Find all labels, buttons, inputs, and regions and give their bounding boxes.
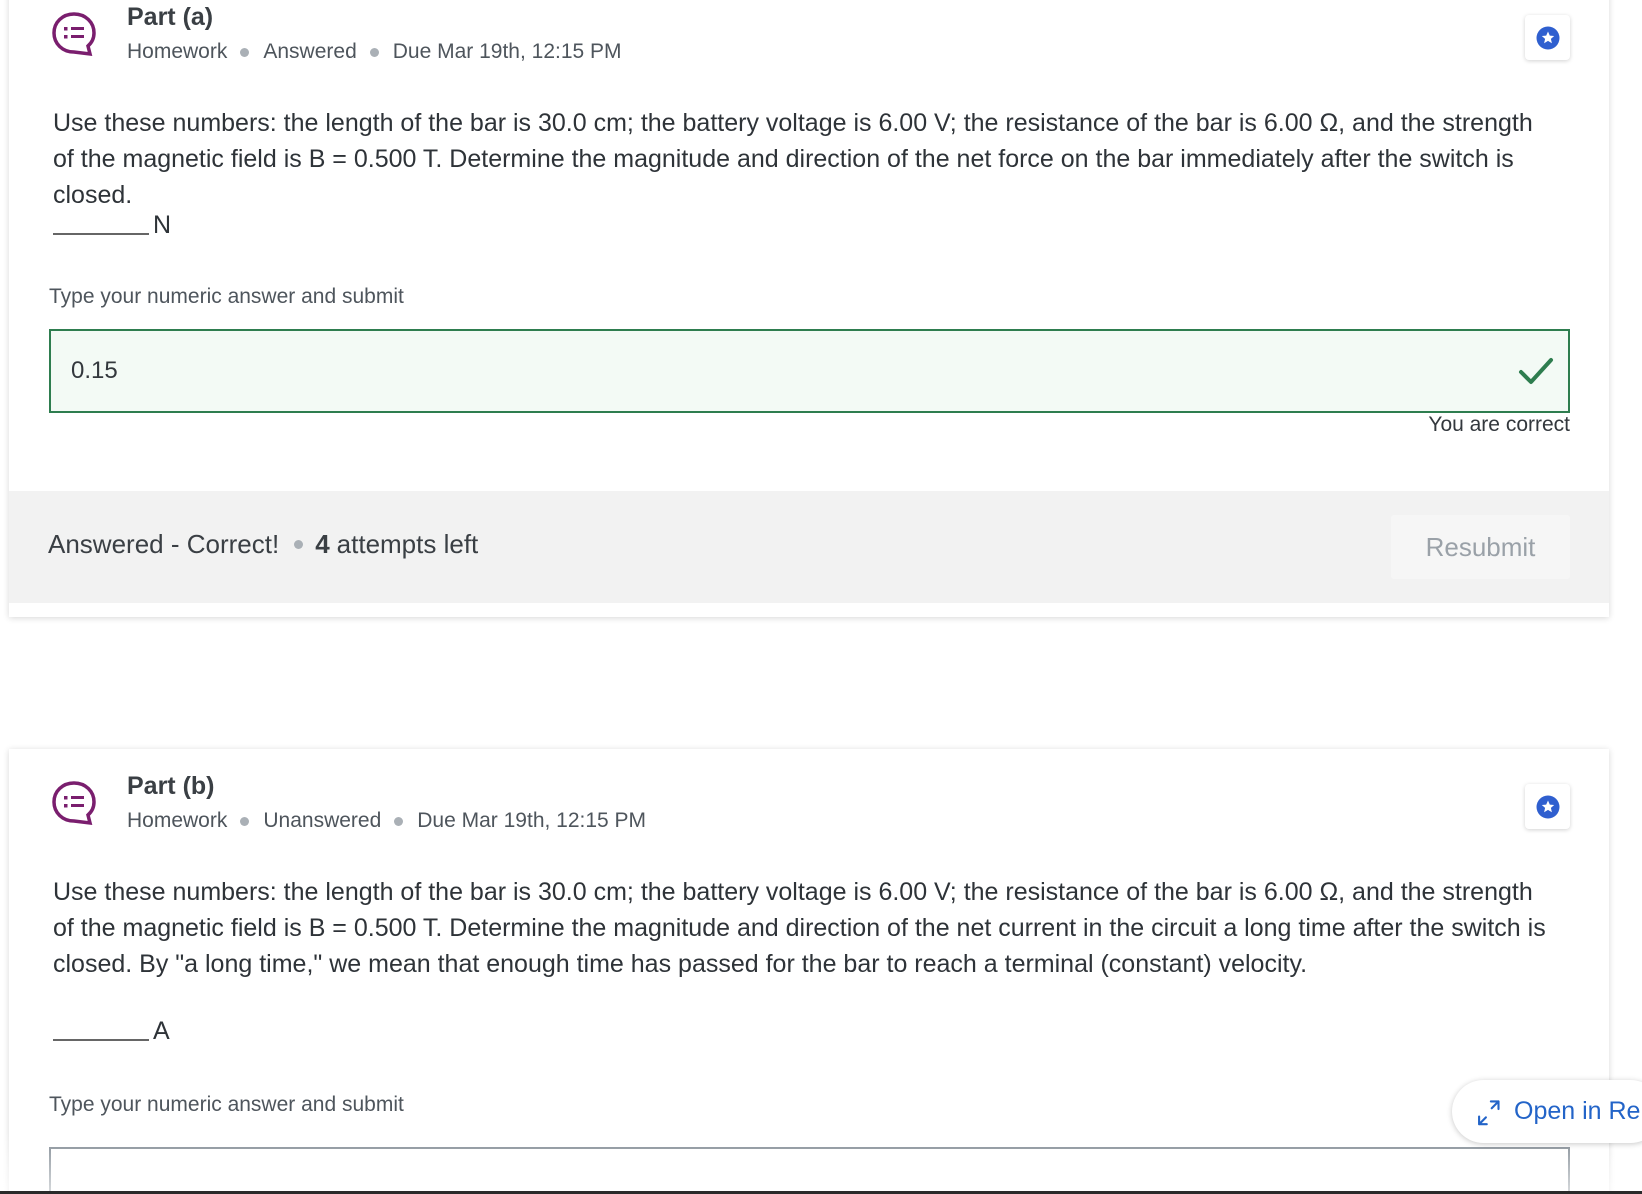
separator-dot: [294, 540, 304, 549]
star-icon: [1536, 795, 1559, 818]
numeric-answer-input[interactable]: [49, 1147, 1570, 1194]
answer-prompt: Type your numeric answer and submit: [49, 1093, 404, 1116]
submission-status: Answered - Correct! 4 attempts left: [48, 529, 478, 560]
status-label: Answered: [263, 40, 357, 63]
resubmit-button[interactable]: Resubmit: [1391, 515, 1570, 579]
type-label: Homework: [127, 809, 228, 832]
separator-dot: [369, 47, 379, 57]
answer-prompt: Type your numeric answer and submit: [49, 285, 404, 308]
type-label: Homework: [127, 40, 228, 63]
question-card-part-a: Part (a) Homework Answered Due Mar 19th,…: [9, 0, 1609, 617]
separator-dot: [240, 816, 250, 826]
separator-dot: [394, 816, 404, 826]
question-bubble-icon: [52, 12, 96, 57]
question-bubble-icon: [52, 781, 96, 826]
meta-row: Homework Answered Due Mar 19th, 12:15 PM: [127, 40, 622, 64]
numeric-answer-input[interactable]: [71, 357, 1471, 385]
question-text: Use these numbers: the length of the bar…: [53, 878, 1546, 978]
question-text: Use these numbers: the length of the bar…: [53, 109, 1533, 209]
bookmark-star-button[interactable]: [1525, 784, 1570, 829]
answer-blank: N: [53, 211, 171, 240]
answer-footer: Answered - Correct! 4 attempts left Resu…: [9, 491, 1609, 603]
answer-field-correct[interactable]: [49, 329, 1570, 413]
part-title: Part (a): [127, 3, 214, 31]
due-date-label: Due Mar 19th, 12:15 PM: [417, 809, 647, 832]
question-card-part-b: Part (b) Homework Unanswered Due Mar 19t…: [9, 749, 1609, 1194]
open-in-reader-button[interactable]: Open in Re: [1452, 1080, 1642, 1143]
attempts-label: attempts left: [336, 529, 479, 559]
blank-line: [53, 233, 149, 235]
unit-label: N: [153, 211, 172, 239]
expand-icon: [1478, 1099, 1500, 1125]
bookmark-star-button[interactable]: [1525, 15, 1570, 60]
part-title: Part (b): [127, 772, 215, 800]
status-label: Unanswered: [263, 809, 382, 832]
unit-label: A: [153, 1017, 170, 1045]
blank-line: [53, 1039, 149, 1041]
separator-dot: [240, 47, 250, 57]
meta-row: Homework Unanswered Due Mar 19th, 12:15 …: [127, 809, 646, 833]
answer-blank: A: [53, 1017, 170, 1046]
feedback-text: You are correct: [1428, 413, 1570, 436]
due-date-label: Due Mar 19th, 12:15 PM: [392, 40, 622, 63]
result-label: Answered - Correct!: [48, 529, 280, 559]
star-icon: [1536, 26, 1559, 49]
open-button-label: Open in Re: [1514, 1097, 1641, 1125]
attempts-count: 4: [315, 529, 330, 559]
check-icon: [1519, 358, 1553, 384]
